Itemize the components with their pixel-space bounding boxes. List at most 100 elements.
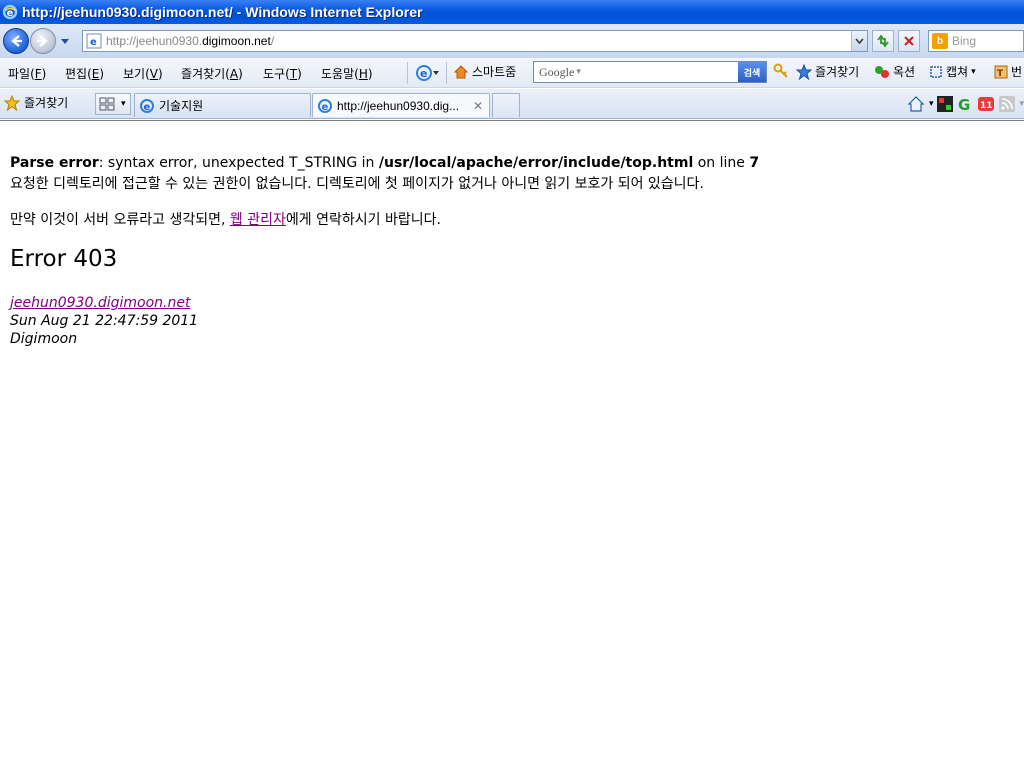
ie-page-icon: e <box>86 33 102 49</box>
navigation-bar: e http://jeehun0930. digimoon.net / b Bing <box>0 24 1024 58</box>
arrow-left-icon <box>11 35 22 47</box>
bing-icon: b <box>932 33 948 49</box>
back-button[interactable] <box>3 28 29 54</box>
google-g-icon[interactable]: G <box>957 96 973 112</box>
webmaster-link[interactable]: 웹 관리자 <box>230 212 286 228</box>
grid-icon <box>99 97 115 111</box>
close-icon <box>904 36 914 46</box>
dropdown-arrow-icon <box>433 71 439 75</box>
command-bar: ▾ G 11 ▾ <box>907 93 1024 115</box>
address-dropdown-button[interactable] <box>851 31 867 51</box>
parse-error-line-number: 7 <box>749 155 760 171</box>
server-name: Digimoon <box>10 331 78 347</box>
home-icon <box>453 64 469 78</box>
menu-edit[interactable]: 편집(E) <box>65 65 104 82</box>
page-content: Parse error: syntax error, unexpected T_… <box>0 120 1024 768</box>
menu-favorites[interactable]: 즐겨찾기(A) <box>181 65 243 82</box>
parse-error-text: on line <box>693 155 750 171</box>
tab-bar: 즐겨찾기 ▾ e 기술지원 e http://jeehun0930.dig...… <box>0 89 1024 119</box>
chevron-down-icon: ▾ <box>576 67 581 77</box>
refresh-icon <box>877 34 889 48</box>
svg-text:e: e <box>144 102 151 113</box>
search-input[interactable]: b Bing <box>928 30 1024 52</box>
auction-label: 옥션 <box>893 65 916 79</box>
history-dropdown-icon[interactable] <box>60 38 70 46</box>
translate-icon: T <box>994 65 1008 79</box>
tab-label: http://jeehun0930.dig... <box>337 98 460 113</box>
parse-error-path: /usr/local/apache/error/include/top.html <box>378 155 694 171</box>
home-icon[interactable] <box>907 95 925 113</box>
permission-message: 요청한 디렉토리에 접근할 수 있는 권한이 없습니다. 디렉토리에 첫 페이지… <box>10 176 704 192</box>
google-search-input[interactable]: Google ▾ 검색 <box>533 61 767 83</box>
server-address: jeehun0930.digimoon.net Sun Aug 21 22:47… <box>10 294 198 348</box>
capture-icon <box>930 65 942 78</box>
url-host: digimoon.net <box>202 34 271 48</box>
eleven-st-icon[interactable]: 11 <box>977 96 995 112</box>
google-search-button[interactable]: 검색 <box>738 62 766 82</box>
svg-text:e: e <box>420 67 427 80</box>
tab-current[interactable]: e http://jeehun0930.dig... ✕ <box>312 93 490 117</box>
rss-icon[interactable] <box>999 96 1016 112</box>
error-heading: Error 403 <box>10 246 118 272</box>
tab-label: 기술지원 <box>159 99 204 113</box>
timestamp: Sun Aug 21 22:47:59 2011 <box>10 313 199 329</box>
toolbar-separator <box>446 62 447 84</box>
smart-zoom-button[interactable]: 스마트줌 <box>453 63 516 80</box>
svg-text:e: e <box>322 102 329 113</box>
url-suffix: / <box>270 34 275 48</box>
key-icon <box>773 63 788 78</box>
menu-help[interactable]: 도움말(H) <box>321 65 373 82</box>
key-button[interactable] <box>773 63 789 79</box>
contact-message-text: 만약 이것이 서버 오류라고 생각되면, <box>10 212 230 228</box>
addon-icon[interactable] <box>937 96 954 112</box>
tab-close-icon[interactable]: ✕ <box>473 99 483 113</box>
translate-label: 번 <box>1011 65 1023 79</box>
title-bar: e http://jeehun0930.digimoon.net/ - Wind… <box>0 0 1024 24</box>
chevron-down-icon[interactable]: ▾ <box>929 99 934 109</box>
chevron-down-icon <box>855 38 864 44</box>
contact-message-text: 에게 연락하시기 바랍니다. <box>285 212 441 228</box>
new-tab-button[interactable] <box>492 93 520 117</box>
google-logo: Google <box>539 64 575 79</box>
capture-button[interactable]: 캡쳐 ▾ <box>929 63 976 80</box>
address-bar[interactable]: e http://jeehun0930. digimoon.net / <box>82 30 868 52</box>
parse-error-text: : syntax error, unexpected T_STRING in <box>98 155 379 171</box>
favorites-star-icon <box>4 94 20 111</box>
auction-button[interactable]: 옥션 <box>874 63 915 80</box>
favorites-button[interactable]: 즐겨찾기 <box>4 94 68 111</box>
tab-support[interactable]: e 기술지원 <box>134 93 311 117</box>
ie-icon: e <box>416 65 432 81</box>
svg-text:e: e <box>7 8 14 19</box>
svg-text:T: T <box>997 69 1004 79</box>
window-title: http://jeehun0930.digimoon.net/ - Window… <box>22 4 423 20</box>
parse-error-line: Parse error: syntax error, unexpected T_… <box>10 155 759 171</box>
favorites-label: 즐겨찾기 <box>24 96 69 110</box>
svg-text:e: e <box>90 37 97 48</box>
chevron-down-icon[interactable]: ▾ <box>1019 99 1024 109</box>
ie-menu-button[interactable]: e <box>415 63 441 83</box>
search-placeholder: Bing <box>952 34 977 48</box>
toolbar-favorites-button[interactable]: 즐겨찾기 <box>796 63 859 80</box>
capture-label: 캡쳐 <box>946 65 969 79</box>
host-link[interactable]: jeehun0930.digimoon.net <box>10 295 190 311</box>
chevron-down-icon: ▾ <box>121 99 126 109</box>
stop-button[interactable] <box>898 30 920 52</box>
toolbar-separator <box>407 62 408 84</box>
star-icon <box>796 63 812 80</box>
translate-button[interactable]: T 번 <box>994 63 1022 80</box>
ie-page-icon: e <box>140 98 154 113</box>
auction-icon <box>875 65 889 78</box>
arrow-right-icon <box>37 35 48 47</box>
refresh-button[interactable] <box>872 30 894 52</box>
forward-button[interactable] <box>30 28 56 54</box>
ie-page-icon: e <box>318 98 332 113</box>
menu-file[interactable]: 파일(F) <box>8 65 46 82</box>
chevron-down-icon: ▾ <box>971 66 976 77</box>
smart-zoom-label: 스마트줌 <box>472 65 517 79</box>
menu-view[interactable]: 보기(V) <box>123 65 163 82</box>
svg-text:G: G <box>958 96 970 112</box>
quick-tabs-button[interactable]: ▾ <box>95 93 131 115</box>
menu-bar: 파일(F) 편집(E) 보기(V) 즐겨찾기(A) 도구(T) 도움말(H) e… <box>0 58 1024 88</box>
menu-tools[interactable]: 도구(T) <box>263 65 302 82</box>
url-prefix: http://jeehun0930. <box>106 34 203 48</box>
